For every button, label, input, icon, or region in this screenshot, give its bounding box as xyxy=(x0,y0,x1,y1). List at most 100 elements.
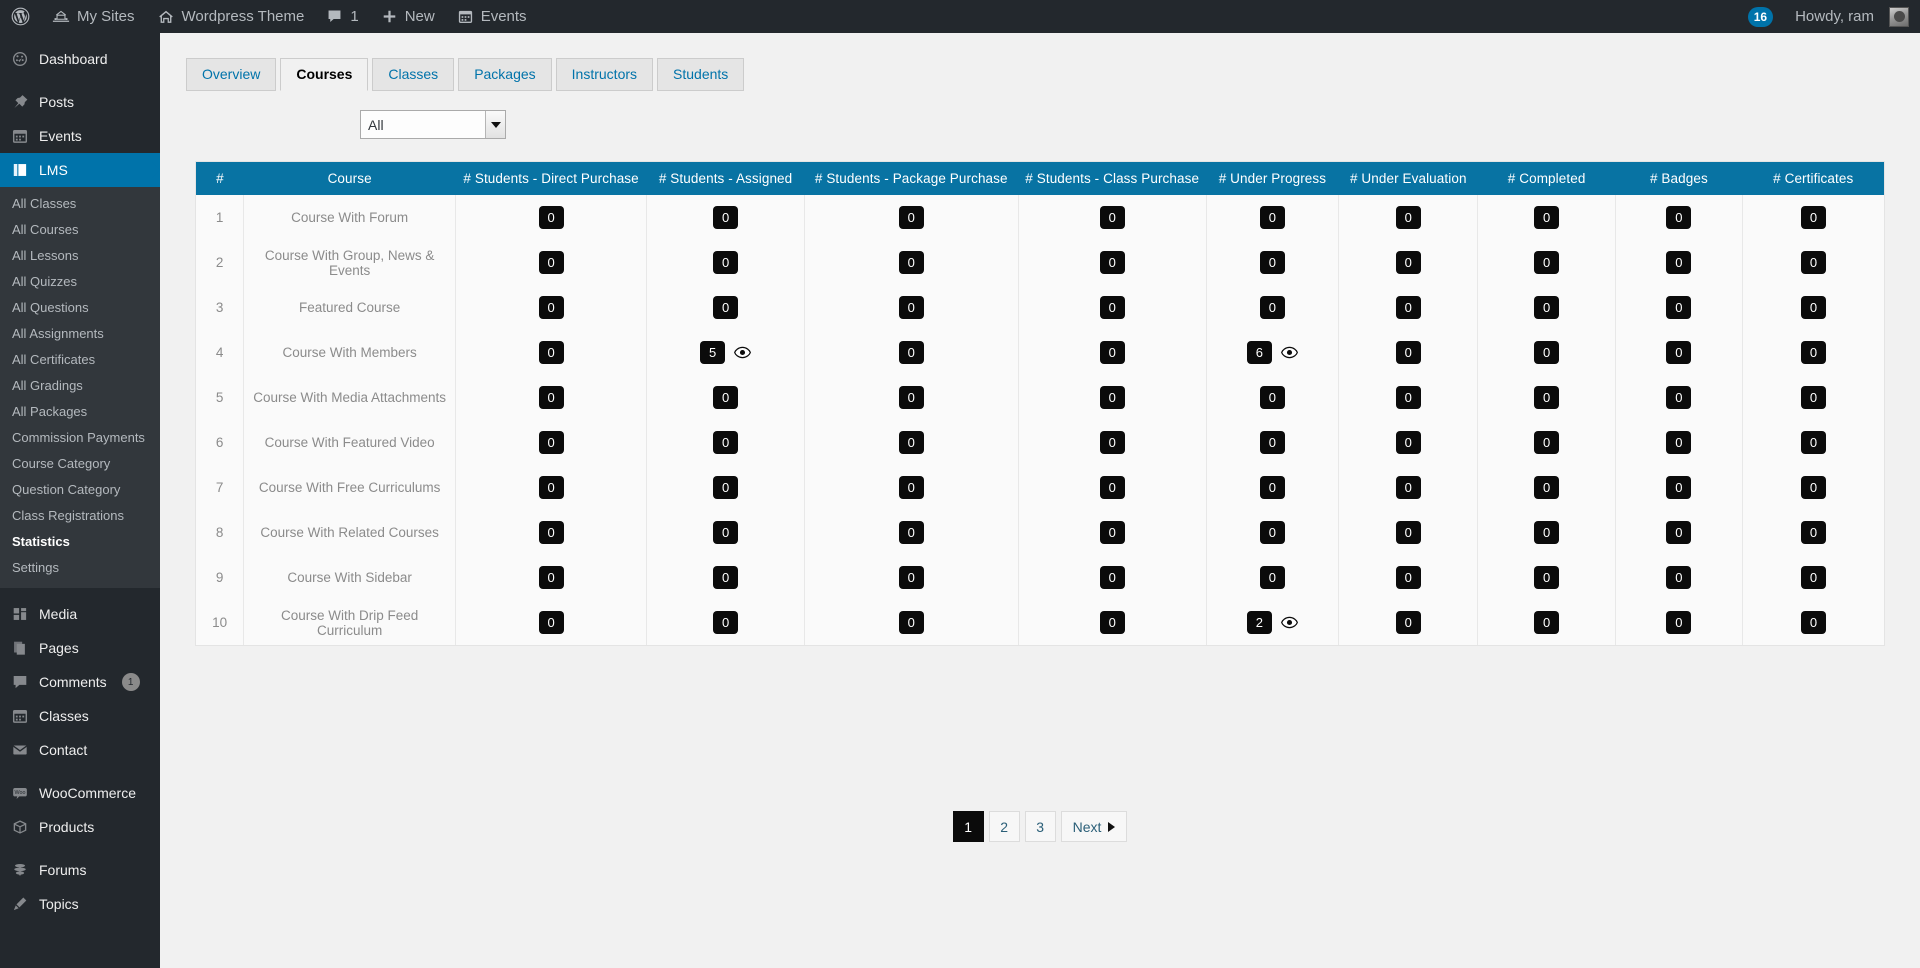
cell-progress: 0 xyxy=(1205,420,1339,465)
sidebar-item-comments[interactable]: Comments 1 xyxy=(0,665,160,699)
tab-overview[interactable]: Overview xyxy=(186,58,277,91)
submenu-item-all-gradings[interactable]: All Gradings xyxy=(0,373,160,399)
statistics-table-wrapper: # Course # Students - Direct Purchase # … xyxy=(195,161,1885,646)
sidebar-item-events[interactable]: Events xyxy=(0,119,160,153)
count-badge: 6 xyxy=(1246,341,1272,364)
sidebar-item-lms[interactable]: LMS xyxy=(0,153,160,187)
sidebar-item-dashboard[interactable]: Dashboard xyxy=(0,42,160,76)
comment-icon xyxy=(326,8,343,25)
comments-menu[interactable]: 1 xyxy=(315,0,369,33)
my-sites-menu[interactable]: My Sites xyxy=(41,0,146,33)
column-header-index[interactable]: # xyxy=(196,162,244,195)
view-details-icon[interactable] xyxy=(734,346,752,359)
sidebar-item-woocommerce[interactable]: Woo WooCommerce xyxy=(0,776,160,810)
submenu-item-all-quizzes[interactable]: All Quizzes xyxy=(0,269,160,295)
sidebar-item-forums[interactable]: Forums xyxy=(0,853,160,887)
sidebar-item-media[interactable]: Media xyxy=(0,597,160,631)
submenu-item-settings[interactable]: Settings xyxy=(0,555,160,581)
column-header-completed[interactable]: # Completed xyxy=(1477,162,1616,195)
page-button-1[interactable]: 1 xyxy=(952,811,984,842)
submenu-item-all-courses[interactable]: All Courses xyxy=(0,217,160,243)
cell-progress: 0 xyxy=(1205,285,1339,330)
submenu-item-all-lessons[interactable]: All Lessons xyxy=(0,243,160,269)
count-badge: 0 xyxy=(898,521,924,544)
sidebar-item-topics[interactable]: Topics xyxy=(0,887,160,921)
count-badge: 0 xyxy=(1666,386,1692,409)
tab-students[interactable]: Students xyxy=(657,58,745,91)
new-content-menu[interactable]: New xyxy=(370,0,446,33)
count-badge: 0 xyxy=(1800,251,1826,274)
table-row: 8 Course With Related Courses 0 0 0 0 0 0 0 0 0 xyxy=(196,510,1884,555)
cell-course-name[interactable]: Course With Featured Video xyxy=(243,420,456,465)
count-badge: 0 xyxy=(898,611,924,634)
page-button-3[interactable]: 3 xyxy=(1024,811,1056,842)
cell-course-name[interactable]: Course With Free Curriculums xyxy=(243,465,456,510)
cell-course-name[interactable]: Course With Drip Feed Curriculum xyxy=(243,600,456,645)
submenu-item-all-classes[interactable]: All Classes xyxy=(0,191,160,217)
submenu-item-question-category[interactable]: Question Category xyxy=(0,477,160,503)
tab-packages[interactable]: Packages xyxy=(458,58,552,91)
column-header-certificates[interactable]: # Certificates xyxy=(1742,162,1884,195)
count-badge: 0 xyxy=(713,296,739,319)
cell-course-name[interactable]: Course With Sidebar xyxy=(243,555,456,600)
chevron-down-icon[interactable] xyxy=(485,111,505,138)
column-header-course[interactable]: Course xyxy=(243,162,456,195)
sidebar-item-label: Classes xyxy=(39,708,89,724)
view-details-icon[interactable] xyxy=(1280,346,1298,359)
view-details-icon[interactable] xyxy=(1280,616,1298,629)
cell-course-name[interactable]: Course With Related Courses xyxy=(243,510,456,555)
pages-icon xyxy=(10,638,30,658)
cell-course-name[interactable]: Course With Members xyxy=(243,330,456,375)
column-header-package[interactable]: # Students - Package Purchase xyxy=(804,162,1019,195)
lms-submenu: All Classes All Courses All Lessons All … xyxy=(0,187,160,588)
cell-course-name[interactable]: Course With Media Attachments xyxy=(243,375,456,420)
cell-index: 7 xyxy=(196,465,244,510)
count-badge: 0 xyxy=(1395,431,1421,454)
course-filter-select[interactable]: All xyxy=(360,110,506,139)
submenu-item-all-questions[interactable]: All Questions xyxy=(0,295,160,321)
cell-assigned: 0 xyxy=(646,510,805,555)
wordpress-logo-menu[interactable] xyxy=(0,0,41,33)
sidebar-item-posts[interactable]: Posts xyxy=(0,85,160,119)
sidebar-item-classes[interactable]: Classes xyxy=(0,699,160,733)
table-row: 3 Featured Course 0 0 0 0 0 0 0 0 0 xyxy=(196,285,1884,330)
cell-course-name[interactable]: Course With Group, News & Events xyxy=(243,240,456,285)
submenu-item-course-category[interactable]: Course Category xyxy=(0,451,160,477)
tab-courses[interactable]: Courses xyxy=(280,58,369,91)
count-badge: 0 xyxy=(1099,296,1125,319)
submenu-item-statistics[interactable]: Statistics xyxy=(0,529,160,555)
column-header-assigned[interactable]: # Students - Assigned xyxy=(646,162,805,195)
submenu-item-commission-payments[interactable]: Commission Payments xyxy=(0,425,160,451)
cell-direct: 0 xyxy=(454,465,647,510)
page-button-2[interactable]: 2 xyxy=(988,811,1020,842)
next-page-button[interactable]: Next xyxy=(1060,811,1128,842)
my-account-menu[interactable]: Howdy, ram xyxy=(1784,0,1920,33)
sidebar-item-label: Dashboard xyxy=(39,51,108,67)
column-header-direct[interactable]: # Students - Direct Purchase xyxy=(455,162,647,195)
notifications-menu[interactable]: 16 xyxy=(1737,0,1784,33)
submenu-item-class-registrations[interactable]: Class Registrations xyxy=(0,503,160,529)
submenu-item-all-certificates[interactable]: All Certificates xyxy=(0,347,160,373)
submenu-item-all-packages[interactable]: All Packages xyxy=(0,399,160,425)
count-badge: 0 xyxy=(1099,431,1125,454)
count-badge: 0 xyxy=(1534,251,1560,274)
tab-classes[interactable]: Classes xyxy=(372,58,455,91)
cell-course-name[interactable]: Featured Course xyxy=(243,285,456,330)
column-header-progress[interactable]: # Under Progress xyxy=(1206,162,1339,195)
cell-assigned: 5 xyxy=(646,330,805,375)
submenu-item-all-assignments[interactable]: All Assignments xyxy=(0,321,160,347)
cell-course-name[interactable]: Course With Forum xyxy=(243,195,456,240)
column-header-class[interactable]: # Students - Class Purchase xyxy=(1018,162,1207,195)
cell-certificates: 0 xyxy=(1741,420,1884,465)
column-header-badges[interactable]: # Badges xyxy=(1615,162,1743,195)
count-badge: 0 xyxy=(1259,476,1285,499)
events-menu[interactable]: Events xyxy=(446,0,538,33)
sidebar-item-pages[interactable]: Pages xyxy=(0,631,160,665)
site-name-menu[interactable]: Wordpress Theme xyxy=(146,0,316,33)
sidebar-item-products[interactable]: Products xyxy=(0,810,160,844)
sidebar-item-contact[interactable]: Contact xyxy=(0,733,160,767)
column-header-evaluation[interactable]: # Under Evaluation xyxy=(1338,162,1478,195)
cell-direct: 0 xyxy=(454,330,647,375)
cell-certificates: 0 xyxy=(1741,285,1884,330)
tab-instructors[interactable]: Instructors xyxy=(555,58,654,91)
